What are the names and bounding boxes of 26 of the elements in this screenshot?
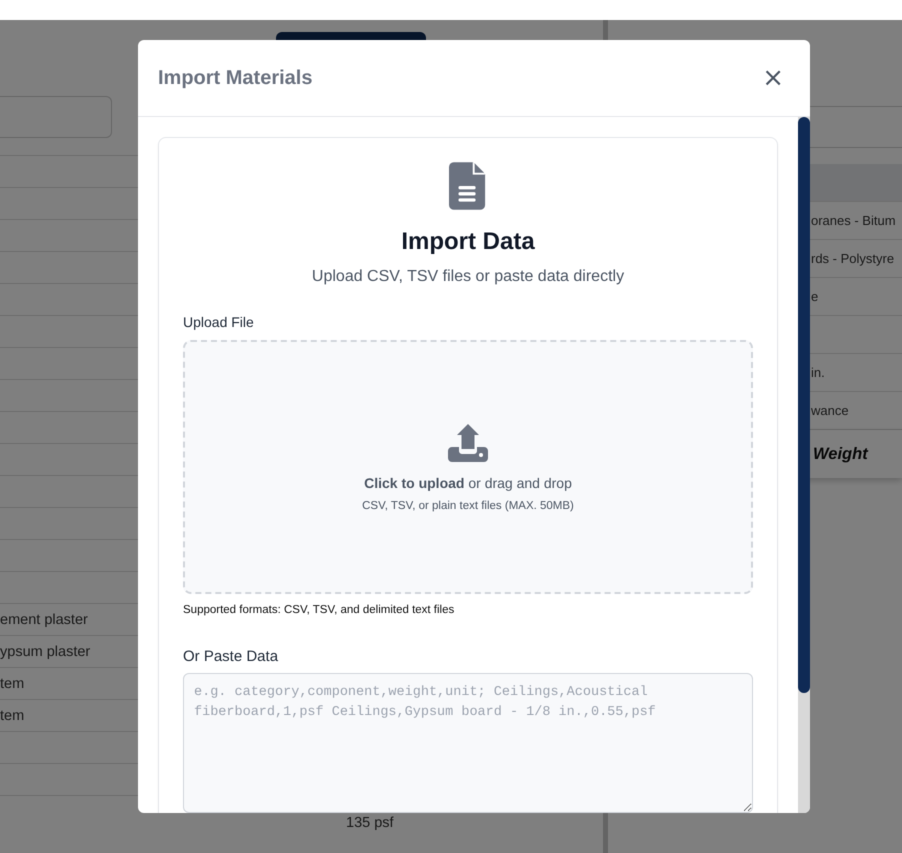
close-button[interactable]: × (758, 65, 788, 91)
search-field[interactable] (0, 96, 112, 138)
table-cell: in. (811, 365, 825, 380)
table-cell: ypsum plaster (0, 644, 90, 660)
dialog-title: Import Materials (158, 66, 312, 90)
document-icon (449, 162, 487, 210)
file-dropzone[interactable]: Click to upload or drag and drop CSV, TSV, or plain text files (MAX. 50MB) (183, 340, 753, 594)
field-label: Upload File (183, 314, 255, 330)
scrollbar-thumb[interactable] (798, 117, 810, 693)
table-cell: e (811, 289, 818, 304)
field-label: Or Paste Data (183, 648, 280, 665)
upload-icon (448, 422, 488, 462)
card-subtitle: Upload CSV, TSV files or paste data directly (312, 268, 624, 286)
card-heading: Import Data (401, 228, 535, 256)
table-cell: tem (0, 708, 24, 724)
formats-note: Supported formats: CSV, TSV, and delimited text files (183, 604, 456, 616)
table-cell: rds - Polystyre (811, 251, 894, 266)
total-label: Weight (813, 444, 868, 464)
table-cell: 135 psf (346, 815, 394, 831)
table-cell: tem (0, 676, 24, 692)
upload-prompt: Click to upload or drag and drop (364, 475, 572, 491)
table-cell: oranes - Bitum (811, 213, 896, 228)
paste-data-field[interactable]: e.g. category,component,weight,unit; Ceilings,Acoustical fiberboard,1,psf Ceilings,Gypsum board - 1/8 in.,0.55,psf (183, 673, 753, 813)
table-cell: ement plaster (0, 612, 88, 628)
upload-hint: CSV, TSV, or plain text files (MAX. 50MB) (362, 500, 574, 512)
table-cell: wance (811, 403, 849, 418)
